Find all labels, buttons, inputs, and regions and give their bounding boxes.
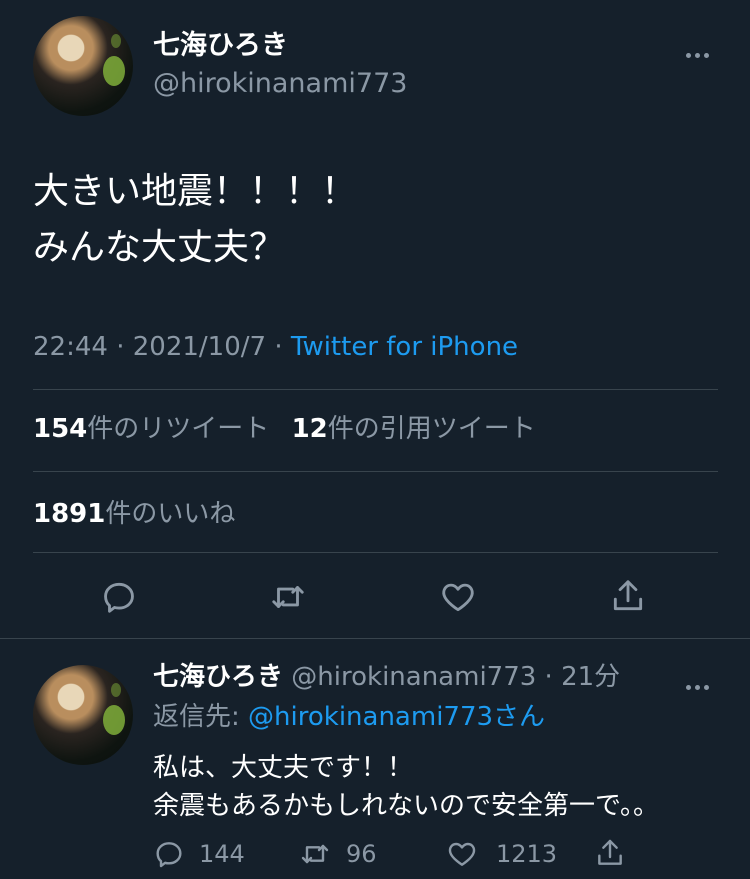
share-button[interactable] <box>609 576 647 616</box>
retweets-count: 154 <box>33 414 88 444</box>
reply-author-display-name[interactable]: 七海ひろき <box>153 662 283 692</box>
retweets-label: 件のリツイート <box>87 414 270 444</box>
more-icon-dot <box>704 685 709 690</box>
retweets-stat[interactable]: 154件のリツイート <box>33 414 269 444</box>
reply-text-line: 余震もあるかもしれないので安全第一で。。 <box>153 791 659 821</box>
reply-reply-button[interactable]: 144 <box>153 838 245 870</box>
tweet-text: 大きい地震！！！！ みんな大丈夫？ <box>33 164 357 276</box>
replying-to: 返信先: @hirokinanami773さん <box>153 700 545 734</box>
divider <box>33 552 718 553</box>
likes-label: 件のいいね <box>105 499 236 529</box>
divider <box>33 471 718 472</box>
tweet-time[interactable]: 22:44 <box>33 332 108 362</box>
likes-count: 1891 <box>33 499 106 529</box>
author-avatar[interactable] <box>33 16 133 116</box>
divider <box>33 389 718 390</box>
reply-text: 私は、大丈夫です！！ 余震もあるかもしれないので安全第一で。。 <box>153 749 659 825</box>
retweet-icon <box>272 586 304 608</box>
meta-separator: · <box>107 332 133 362</box>
reply-text-line: 私は、大丈夫です！！ <box>153 753 414 783</box>
reply-share-button[interactable] <box>594 836 626 874</box>
reply-icon <box>156 842 182 868</box>
reply-more-options-button[interactable] <box>686 675 713 690</box>
author-display-name[interactable]: 七海ひろき <box>153 28 288 64</box>
more-icon <box>686 685 691 690</box>
more-icon-dot <box>704 53 709 58</box>
reply-retweet-count: 96 <box>346 840 377 868</box>
meta-separator: · <box>266 332 291 362</box>
reply-time[interactable]: 21分 <box>561 662 620 692</box>
replying-to-handle[interactable]: @hirokinanami773さん <box>248 702 545 732</box>
share-icon <box>598 839 622 865</box>
like-icon <box>448 842 476 866</box>
reply-button[interactable] <box>100 578 138 616</box>
tweet-text-line: 大きい地震！！！！ <box>33 171 358 212</box>
share-icon <box>613 580 643 611</box>
reply-retweet-button[interactable]: 96 <box>298 838 377 870</box>
like-button[interactable] <box>439 578 477 616</box>
tweet-meta: 22:44 · 2021/10/7 · Twitter for iPhone <box>33 330 518 364</box>
quotes-count: 12 <box>291 414 328 444</box>
like-icon <box>442 583 474 612</box>
tweet-text-line: みんな大丈夫？ <box>33 227 286 268</box>
quotes-label: 件の引用ツイート <box>327 414 536 444</box>
retweet-icon <box>301 844 329 864</box>
reply-reply-count: 144 <box>199 840 245 868</box>
reply-like-button[interactable]: 1213 <box>446 838 557 870</box>
reply-header: 七海ひろき @hirokinanami773 · 21分 <box>153 660 620 694</box>
more-options-button[interactable] <box>686 43 713 58</box>
section-divider <box>0 638 750 639</box>
reply-like-count: 1213 <box>496 840 558 868</box>
reply-icon <box>104 582 134 613</box>
author-handle[interactable]: @hirokinanami773 <box>153 66 407 102</box>
reply-author-avatar[interactable] <box>33 665 133 765</box>
quotes-stat[interactable]: 12件の引用ツイート <box>292 414 536 444</box>
more-icon-dot <box>695 685 700 690</box>
tweet-client-link[interactable]: Twitter for iPhone <box>291 332 518 362</box>
reply-author-handle[interactable]: @hirokinanami773 <box>291 662 536 692</box>
reply-separator: · <box>536 662 562 692</box>
likes-stat[interactable]: 1891件のいいね <box>33 497 235 531</box>
more-icon-dot <box>695 53 700 58</box>
more-icon <box>686 53 691 58</box>
tweet-date[interactable]: 2021/10/7 <box>133 332 266 362</box>
replying-to-prefix: 返信先: <box>153 702 249 732</box>
retweet-button[interactable] <box>268 578 308 616</box>
tweet-stats-row: 154件のリツイート 12件の引用ツイート <box>33 412 536 446</box>
